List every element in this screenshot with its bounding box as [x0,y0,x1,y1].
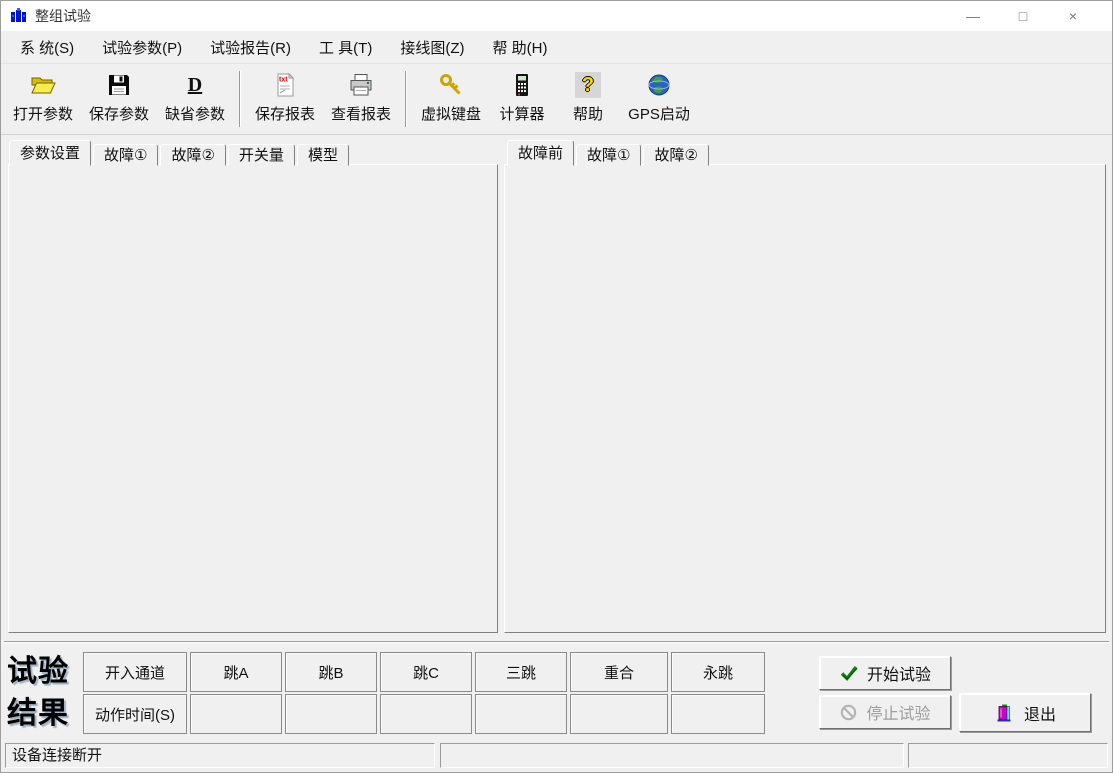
menu-system[interactable]: 系 统(S) [6,32,88,63]
results-header-cell: 三跳 [475,652,567,692]
results-header-row: 开入通道 跳A 跳B 跳C 三跳 重合 永跳 [83,652,765,692]
question-mark-icon: ? [575,69,601,101]
toolbar-save-params[interactable]: 保存参数 [81,69,157,124]
tab-model[interactable]: 模型 [297,144,349,166]
toolbar-separator [405,71,407,127]
floppy-disk-icon [106,69,132,101]
status-device-connection: 设备连接断开 [5,743,435,768]
menu-wiring-diagram[interactable]: 接线图(Z) [386,32,478,63]
status-segment-right [908,743,1108,768]
toolbar-label: 查看报表 [331,103,391,124]
toolbar-label: 缺省参数 [165,103,225,124]
results-title: 试验 结果 [7,651,85,735]
menu-test-report[interactable]: 试验报告(R) [196,32,305,63]
right-tab-strip: 故障前 故障① 故障② [507,140,711,166]
tab-fault-1[interactable]: 故障① [93,144,158,166]
bottom-divider [4,641,1109,643]
toolbar-virtual-keyboard[interactable]: 虚拟键盘 [413,69,489,124]
letter-d-icon: D [188,69,202,101]
toolbar-separator [239,71,241,127]
results-title-line2: 结果 [7,693,85,735]
results-row-label: 动作时间(S) [83,694,187,734]
toolbar-label: 保存参数 [89,103,149,124]
app-window: 整组试验 — □ × 系 统(S) 试验参数(P) 试验报告(R) 工 具(T)… [0,0,1113,773]
exit-button[interactable]: 退出 [959,693,1091,732]
results-header-cell: 开入通道 [83,652,187,692]
results-value-cell [570,694,668,734]
tab-prefault[interactable]: 故障前 [507,140,574,166]
toolbar: 打开参数 保存参数 D 缺省参数 [1,64,1112,135]
left-tab-page [8,164,498,633]
exit-label: 退出 [1024,701,1056,725]
window-title: 整组试验 [35,6,91,26]
right-tab-page [504,164,1106,633]
results-header-cell: 永跳 [671,652,765,692]
tab-param-settings[interactable]: 参数设置 [9,140,91,166]
menu-bar: 系 统(S) 试验参数(P) 试验报告(R) 工 具(T) 接线图(Z) 帮 助… [1,31,1112,64]
toolbar-label: GPS启动 [628,103,690,124]
tab-switch-qty[interactable]: 开关量 [228,144,295,166]
text-document-icon: txt [272,69,298,101]
menu-test-params[interactable]: 试验参数(P) [88,32,196,63]
toolbar-calculator[interactable]: 计算器 [489,69,555,124]
open-folder-icon [29,69,57,101]
results-value-cell [671,694,765,734]
calculator-icon [509,69,535,101]
toolbar-help[interactable]: ? 帮助 [555,69,621,124]
toolbar-label: 计算器 [499,103,544,124]
stop-test-button: 停止试验 [819,695,951,729]
results-value-cell [380,694,472,734]
left-tab-strip: 参数设置 故障① 故障② 开关量 模型 [9,140,351,166]
menu-tools[interactable]: 工 具(T) [305,32,386,63]
stop-test-label: 停止试验 [866,700,930,724]
maximize-button[interactable]: □ [998,1,1048,31]
toolbar-default-params[interactable]: D 缺省参数 [157,69,233,124]
globe-icon [646,69,672,101]
results-title-line1: 试验 [7,651,85,693]
results-header-cell: 跳A [190,652,282,692]
toolbar-label: 虚拟键盘 [421,103,481,124]
key-icon [438,69,464,101]
toolbar-label: 帮助 [573,103,603,124]
results-value-cell [190,694,282,734]
window-controls: — □ × [948,1,1098,31]
start-test-label: 开始试验 [867,661,931,685]
stop-icon [839,703,858,722]
results-header-cell: 跳B [285,652,377,692]
title-bar: 整组试验 — □ × [1,1,1112,31]
svg-text:txt: txt [279,77,288,84]
toolbar-label: 打开参数 [13,103,73,124]
printer-icon [348,69,374,101]
tab-fault-2[interactable]: 故障② [160,144,225,166]
status-segment-middle [440,743,904,768]
app-icon [10,7,28,25]
tab-fault-2-right[interactable]: 故障② [643,144,708,166]
tab-fault-1-right[interactable]: 故障① [576,144,641,166]
check-icon [839,663,859,683]
start-test-button[interactable]: 开始试验 [819,656,951,690]
toolbar-view-report[interactable]: 查看报表 [323,69,399,124]
results-header-cell: 重合 [570,652,668,692]
menu-help[interactable]: 帮 助(H) [478,32,561,63]
results-value-cell [285,694,377,734]
toolbar-save-report[interactable]: txt 保存报表 [247,69,323,124]
minimize-button[interactable]: — [948,1,998,31]
close-button[interactable]: × [1048,1,1098,31]
exit-door-icon [994,702,1016,724]
toolbar-open-params[interactable]: 打开参数 [5,69,81,124]
results-value-cell [475,694,567,734]
results-value-row: 动作时间(S) [83,694,765,734]
toolbar-gps-start[interactable]: GPS启动 [621,69,697,124]
toolbar-label: 保存报表 [255,103,315,124]
results-header-cell: 跳C [380,652,472,692]
